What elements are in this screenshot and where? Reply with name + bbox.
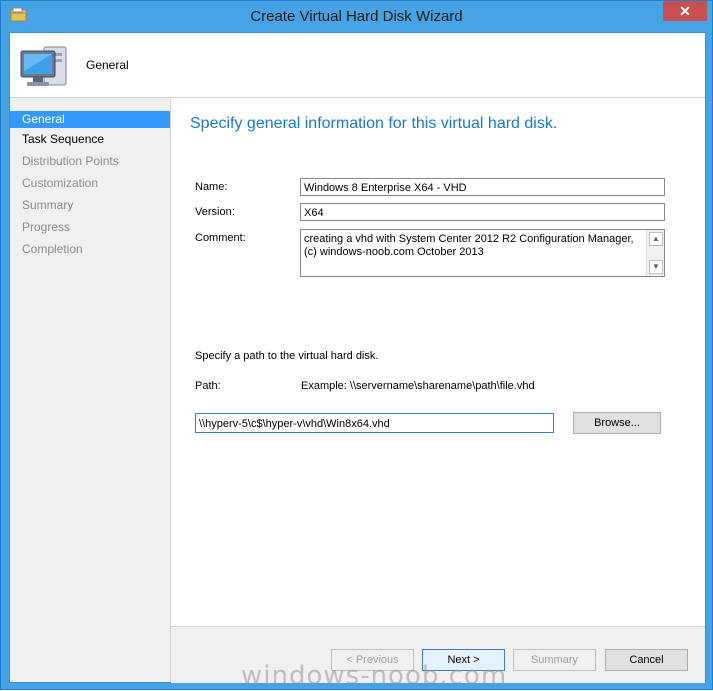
path-label: Path: (195, 380, 221, 392)
watermark: windows-noob.com (241, 661, 508, 691)
path-example: Example: \\servername\sharename\path\fil… (301, 380, 535, 392)
wizard-main-panel: Specify general information for this vir… (171, 98, 705, 626)
name-field[interactable]: Windows 8 Enterprise X64 - VHD (300, 178, 665, 196)
header-title: General (86, 58, 129, 72)
summary-button[interactable]: Summary (513, 649, 596, 671)
browse-button[interactable]: Browse... (573, 412, 661, 434)
nav-item-summary: Summary (22, 198, 74, 212)
comment-text: creating a vhd with System Center 2012 R… (304, 233, 634, 258)
scroll-down-icon[interactable]: ▼ (649, 260, 663, 274)
wizard-client-area: General General Task Sequence Distributi… (9, 32, 706, 683)
wizard-window: Create Virtual Hard Disk Wizard ✕ Genera… (0, 0, 713, 691)
nav-item-completion: Completion (22, 242, 83, 256)
page-heading: Specify general information for this vir… (190, 115, 558, 132)
close-button[interactable]: ✕ (663, 1, 707, 21)
browse-button-label: Browse... (594, 417, 640, 429)
comment-label: Comment: (195, 232, 246, 244)
path-field[interactable]: \\hyperv-5\c$\hyper-v\vhd\Win8x64.vhd (195, 413, 554, 433)
title-bar[interactable]: Create Virtual Hard Disk Wizard ✕ (1, 1, 712, 32)
cancel-button[interactable]: Cancel (605, 649, 688, 671)
window-title: Create Virtual Hard Disk Wizard (250, 8, 463, 25)
nav-item-customization: Customization (22, 176, 99, 190)
comment-field[interactable]: creating a vhd with System Center 2012 R… (300, 229, 665, 277)
nav-item-progress: Progress (22, 220, 71, 234)
path-instruction: Specify a path to the virtual hard disk. (195, 350, 379, 362)
comment-scrollbar[interactable]: ▲ ▼ (646, 230, 664, 276)
nav-item-task-sequence[interactable]: Task Sequence (10, 128, 170, 150)
nav-item-general[interactable]: General (10, 111, 170, 128)
version-field[interactable]: X64 (300, 203, 665, 221)
scroll-up-icon[interactable]: ▲ (649, 232, 663, 246)
computer-icon (20, 46, 67, 86)
wizard-header: General (10, 33, 705, 98)
wizard-nav: General Task Sequence Distribution Point… (10, 98, 171, 682)
version-label: Version: (195, 206, 235, 218)
name-label: Name: (195, 181, 228, 193)
nav-item-distribution-points: Distribution Points (22, 154, 119, 168)
